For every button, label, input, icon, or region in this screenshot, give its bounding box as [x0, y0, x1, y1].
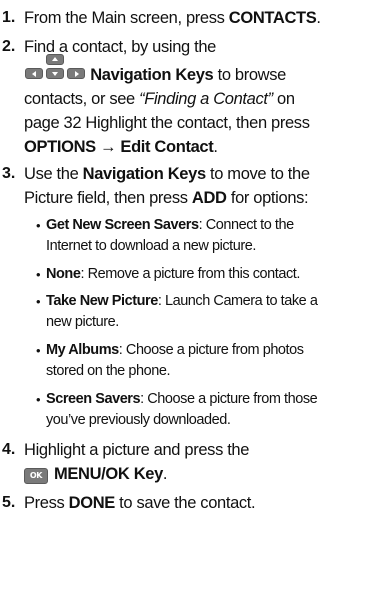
- step-number: 4.: [2, 441, 16, 458]
- step-text: Navigation Keys to browse: [0, 54, 362, 87]
- navigation-keys-icon: [24, 54, 86, 83]
- step-text: contacts, or see “Finding a Contact” on: [24, 90, 295, 108]
- step-text: Press DONE to save the contact.: [24, 494, 256, 512]
- right-arrow-icon: [67, 68, 85, 79]
- option-item: • None: Remove a picture from this conta…: [36, 266, 300, 282]
- step-text: Use the Navigation Keys to move to the: [24, 165, 310, 183]
- step-text: page 32 Highlight the contact, then pres…: [24, 114, 310, 132]
- step-3: 3. Use the Navigation Keys to move to th…: [0, 162, 362, 210]
- step-text: OPTIONS → Edit Contact.: [24, 138, 218, 156]
- down-arrow-icon: [46, 68, 64, 79]
- step-text: Picture field, then press ADD for option…: [24, 189, 309, 207]
- step-number: 3.: [2, 165, 16, 182]
- cross-reference: “Finding a Contact”: [139, 90, 273, 108]
- ok-key-icon: OK: [24, 468, 48, 484]
- step-text: Highlight a picture and press the: [24, 441, 250, 459]
- step-number: 5.: [2, 494, 16, 511]
- step-number: 1.: [2, 9, 16, 26]
- step-2: 2. Find a contact, by using the Navigati…: [0, 35, 362, 159]
- step-number: 2.: [2, 38, 16, 55]
- left-arrow-icon: [25, 68, 43, 79]
- option-item: • Take New Picture: Launch Camera to tak…: [36, 293, 318, 330]
- option-item: • My Albums: Choose a picture from photo…: [36, 342, 304, 379]
- option-item: • Screen Savers: Choose a picture from t…: [36, 391, 318, 428]
- step-1: 1. From the Main screen, press CONTACTS.: [0, 6, 362, 30]
- up-arrow-icon: [46, 54, 64, 65]
- option-item: • Get New Screen Savers: Connect to the …: [36, 217, 294, 254]
- step-5: 5. Press DONE to save the contact.: [0, 491, 362, 515]
- instruction-page: 1. From the Main screen, press CONTACTS.…: [0, 0, 365, 605]
- step-text: OK MENU/OK Key.: [0, 462, 362, 486]
- step-4: 4. Highlight a picture and press the OK M…: [0, 438, 362, 486]
- step-text: From the Main screen, press CONTACTS.: [24, 9, 321, 27]
